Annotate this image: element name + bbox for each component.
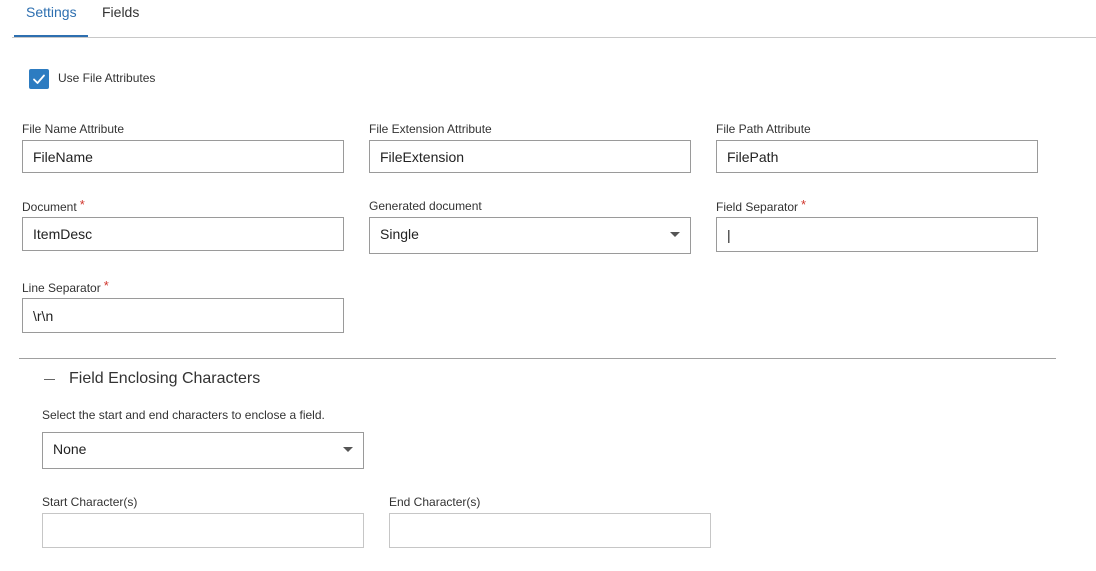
file-path-attribute-input[interactable] bbox=[716, 140, 1038, 173]
line-separator-label-text: Line Separator bbox=[22, 281, 101, 295]
generated-document-value: Single bbox=[380, 226, 419, 242]
field-enclosing-description: Select the start and end characters to e… bbox=[42, 408, 325, 422]
generated-document-label: Generated document bbox=[369, 199, 482, 213]
start-characters-input[interactable] bbox=[42, 513, 364, 548]
required-marker: * bbox=[79, 197, 85, 212]
file-path-attribute-label: File Path Attribute bbox=[716, 122, 811, 136]
generated-document-select[interactable]: Single bbox=[369, 217, 691, 254]
end-characters-input[interactable] bbox=[389, 513, 711, 548]
field-enclosing-title: Field Enclosing Characters bbox=[69, 370, 261, 387]
enclosing-characters-select[interactable]: None bbox=[42, 432, 364, 469]
start-characters-label: Start Character(s) bbox=[42, 495, 138, 509]
check-icon bbox=[33, 74, 45, 84]
minus-icon bbox=[44, 379, 55, 380]
use-file-attributes-label: Use File Attributes bbox=[58, 71, 156, 85]
use-file-attributes-checkbox[interactable] bbox=[29, 69, 49, 89]
enclosing-characters-value: None bbox=[53, 441, 87, 457]
tab-settings[interactable]: Settings bbox=[14, 0, 88, 37]
field-separator-label: Field Separator * bbox=[716, 197, 807, 214]
collapse-section-button[interactable] bbox=[40, 370, 60, 390]
required-marker: * bbox=[801, 197, 807, 212]
tab-settings-label: Settings bbox=[26, 4, 77, 20]
chevron-down-icon bbox=[343, 447, 353, 452]
file-name-attribute-label: File Name Attribute bbox=[22, 122, 125, 136]
required-marker: * bbox=[103, 278, 109, 293]
document-label-text: Document bbox=[22, 200, 77, 214]
tab-bar: Settings Fields bbox=[12, 0, 1096, 38]
document-input[interactable] bbox=[22, 217, 344, 251]
tab-fields[interactable]: Fields bbox=[102, 0, 152, 36]
file-extension-attribute-label: File Extension Attribute bbox=[369, 122, 492, 136]
chevron-down-icon bbox=[670, 232, 680, 237]
tab-fields-label: Fields bbox=[102, 4, 140, 20]
line-separator-label: Line Separator * bbox=[22, 278, 109, 295]
file-name-attribute-input[interactable] bbox=[22, 140, 344, 173]
field-separator-input[interactable] bbox=[716, 217, 1038, 252]
line-separator-input[interactable] bbox=[22, 298, 344, 333]
file-extension-attribute-input[interactable] bbox=[369, 140, 691, 173]
end-characters-label: End Character(s) bbox=[389, 495, 481, 509]
settings-page: Settings Fields Use File Attributes File… bbox=[0, 0, 1096, 571]
field-separator-label-text: Field Separator bbox=[716, 200, 799, 214]
section-divider bbox=[19, 358, 1056, 359]
document-label: Document * bbox=[22, 197, 85, 214]
